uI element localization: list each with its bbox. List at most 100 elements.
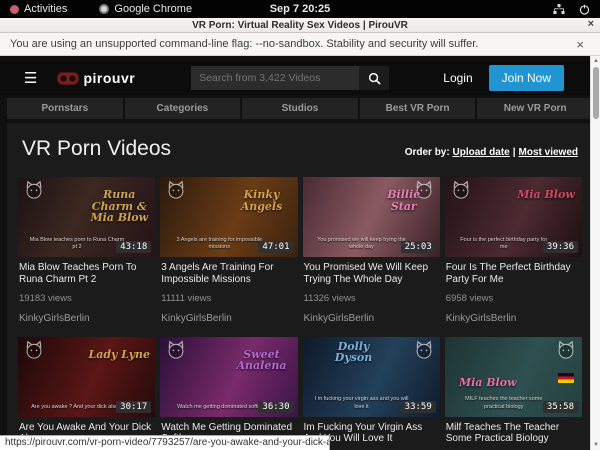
order-link-most-viewed[interactable]: Most viewed bbox=[519, 147, 578, 158]
browser-window-titlebar[interactable]: VR Porn: Virtual Reality Sex Videos | Pi… bbox=[0, 18, 600, 33]
nav-item-best-vr-porn[interactable]: Best VR Porn bbox=[360, 98, 476, 119]
thumbnail-caption: Are you awake ? And your dick also ? bbox=[29, 404, 125, 412]
network-icon[interactable] bbox=[553, 4, 565, 15]
video-title[interactable]: Four Is The Perfect Birthday Party For M… bbox=[446, 262, 581, 286]
video-thumbnail[interactable]: Runa Charm & Mia Blow Mia Blow teaches p… bbox=[18, 177, 155, 257]
thumbnail-caption: MILF teaches the teacher some practical … bbox=[456, 396, 552, 411]
studio-link[interactable]: KinkyGirlsBerlin bbox=[304, 313, 439, 324]
thumbnail-overlay-title: Mia Blow bbox=[457, 377, 519, 389]
search-button[interactable] bbox=[359, 66, 389, 90]
thumbnail-caption: 3 Angels are training for impossible mis… bbox=[171, 237, 267, 252]
studio-link[interactable]: KinkyGirlsBerlin bbox=[19, 313, 154, 324]
vr-goggles-icon bbox=[57, 72, 79, 85]
thumbnail-overlay-title: Dolly Dyson bbox=[323, 341, 385, 364]
video-card[interactable]: Dolly Dyson I m fucking your virgin ass … bbox=[303, 337, 440, 450]
video-thumbnail[interactable]: Billie Star You promised we will keep tr… bbox=[303, 177, 440, 257]
scrollbar-down-icon[interactable]: ▼ bbox=[591, 442, 600, 448]
site-header: ☰ pirouvr Login Join Now bbox=[0, 61, 600, 95]
order-separator: | bbox=[513, 147, 516, 158]
video-title[interactable]: 3 Angels Are Training For Impossible Mis… bbox=[161, 262, 296, 286]
studio-link[interactable]: KinkyGirlsBerlin bbox=[161, 313, 296, 324]
duration-badge: 30:17 bbox=[116, 401, 151, 413]
video-thumbnail[interactable]: Mia Blow MILF teaches the teacher some p… bbox=[445, 337, 582, 417]
studio-cat-mask-icon bbox=[450, 180, 472, 204]
video-thumbnail[interactable]: Mia Blow Four is the perfect birthday pa… bbox=[445, 177, 582, 257]
studio-cat-mask-icon bbox=[165, 340, 187, 364]
video-card[interactable]: Sweet Analena Watch me getting dominated… bbox=[160, 337, 297, 450]
logo-text: pirouvr bbox=[83, 70, 135, 86]
thumbnail-overlay-title: Kinky Angels bbox=[231, 189, 293, 212]
thumbnail-overlay-title: Runa Charm & Mia Blow bbox=[88, 189, 150, 224]
search-bar bbox=[191, 66, 389, 90]
thumbnail-caption: Mia Blow teaches porn to Runa Charm pt 2 bbox=[29, 237, 125, 252]
page-viewport: ☰ pirouvr Login Join Now Pornstars Categ… bbox=[0, 56, 600, 450]
video-thumbnail[interactable]: Lady Lyne Are you awake ? And your dick … bbox=[18, 337, 155, 417]
video-card[interactable]: Mia Blow MILF teaches the teacher some p… bbox=[445, 337, 582, 450]
menu-hamburger-icon[interactable]: ☰ bbox=[24, 71, 37, 86]
nav-item-studios[interactable]: Studios bbox=[242, 98, 358, 119]
page-title: VR Porn Videos bbox=[22, 137, 171, 161]
video-card[interactable]: Kinky Angels 3 Angels are training for i… bbox=[160, 177, 297, 330]
duration-badge: 25:03 bbox=[401, 241, 436, 253]
studio-cat-mask-icon bbox=[555, 340, 577, 364]
status-url-bubble: https://pirouvr.com/vr-porn-video/779325… bbox=[0, 435, 330, 450]
duration-badge: 36:30 bbox=[258, 401, 293, 413]
video-thumbnail[interactable]: Sweet Analena Watch me getting dominated… bbox=[160, 337, 297, 417]
nav-item-new-vr-porn[interactable]: New VR Porn bbox=[477, 98, 593, 119]
view-count: 11111 views bbox=[161, 293, 296, 304]
thumbnail-caption: I m fucking your virgin ass and you will… bbox=[313, 396, 409, 411]
window-close-icon[interactable]: × bbox=[588, 18, 594, 30]
thumbnail-caption: Watch me getting dominated softly bbox=[171, 404, 267, 412]
desktop-top-bar: Activities Google Chrome Sep 7 20:25 bbox=[0, 0, 600, 18]
scrollbar-thumb[interactable] bbox=[593, 67, 599, 119]
page-scrollbar[interactable]: ▲ ▼ bbox=[590, 56, 600, 450]
login-button[interactable]: Login bbox=[443, 71, 472, 85]
video-card[interactable]: Mia Blow Four is the perfect birthday pa… bbox=[445, 177, 582, 330]
studio-cat-mask-icon bbox=[413, 340, 435, 364]
video-title[interactable]: You Promised We Will Keep Trying The Who… bbox=[304, 262, 439, 286]
german-flag bbox=[558, 373, 574, 383]
studio-cat-mask-icon bbox=[165, 180, 187, 204]
thumbnail-overlay-title: Billie Star bbox=[373, 189, 435, 212]
studio-cat-mask-icon bbox=[23, 340, 45, 364]
warning-close-icon[interactable]: × bbox=[576, 37, 584, 52]
view-count: 11326 views bbox=[304, 293, 439, 304]
power-icon[interactable] bbox=[579, 4, 590, 15]
thumbnail-overlay-title: Sweet Analena bbox=[231, 349, 293, 372]
order-link-upload-date[interactable]: Upload date bbox=[452, 147, 509, 158]
nav-item-pornstars[interactable]: Pornstars bbox=[7, 98, 123, 119]
thumbnail-caption: You promised we will keep trying the who… bbox=[313, 237, 409, 252]
video-thumbnail[interactable]: Kinky Angels 3 Angels are training for i… bbox=[160, 177, 297, 257]
main-content: VR Porn Videos Order by: Upload date |Mos… bbox=[7, 123, 593, 450]
studio-cat-mask-icon bbox=[23, 180, 45, 204]
duration-badge: 39:36 bbox=[543, 241, 578, 253]
video-card[interactable]: Lady Lyne Are you awake ? And your dick … bbox=[18, 337, 155, 450]
chrome-warning-bar: You are using an unsupported command-lin… bbox=[0, 33, 600, 56]
duration-badge: 43:18 bbox=[116, 241, 151, 253]
studio-link[interactable]: KinkyGirlsBerlin bbox=[446, 313, 581, 324]
thumbnail-overlay-title: Lady Lyne bbox=[88, 349, 150, 361]
video-thumbnail[interactable]: Dolly Dyson I m fucking your virgin ass … bbox=[303, 337, 440, 417]
duration-badge: 33:59 bbox=[401, 401, 436, 413]
search-input[interactable] bbox=[191, 66, 359, 90]
duration-badge: 47:01 bbox=[258, 241, 293, 253]
window-title: VR Porn: Virtual Reality Sex Videos | Pi… bbox=[192, 20, 408, 31]
main-nav: Pornstars Categories Studios Best VR Por… bbox=[7, 98, 593, 119]
thumbnail-overlay-title: Mia Blow bbox=[515, 189, 577, 201]
video-title[interactable]: Milf Teaches The Teacher Some Practical … bbox=[446, 422, 581, 446]
video-card[interactable]: Runa Charm & Mia Blow Mia Blow teaches p… bbox=[18, 177, 155, 330]
nav-item-categories[interactable]: Categories bbox=[125, 98, 241, 119]
video-title[interactable]: Mia Blow Teaches Porn To Runa Charm Pt 2 bbox=[19, 262, 154, 286]
view-count: 19183 views bbox=[19, 293, 154, 304]
clock[interactable]: Sep 7 20:25 bbox=[0, 3, 600, 15]
view-count: 6958 views bbox=[446, 293, 581, 304]
duration-badge: 35:58 bbox=[543, 401, 578, 413]
video-card[interactable]: Billie Star You promised we will keep tr… bbox=[303, 177, 440, 330]
site-logo[interactable]: pirouvr bbox=[57, 70, 135, 86]
warning-text: You are using an unsupported command-lin… bbox=[10, 38, 478, 50]
join-now-button[interactable]: Join Now bbox=[489, 65, 564, 91]
search-icon bbox=[368, 72, 381, 85]
scrollbar-up-icon[interactable]: ▲ bbox=[591, 58, 600, 64]
order-by-label: Order by: bbox=[405, 147, 450, 158]
order-by-controls: Order by: Upload date |Most viewed bbox=[405, 147, 578, 158]
